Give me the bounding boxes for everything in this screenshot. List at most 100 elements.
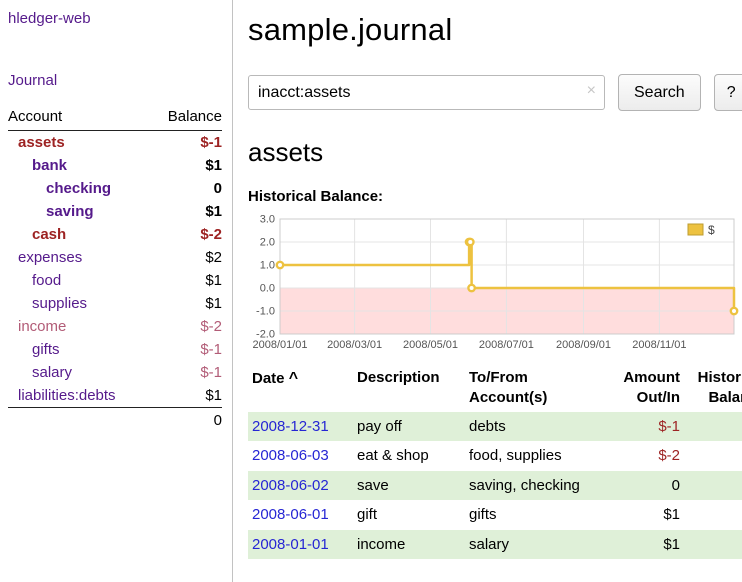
account-link-checking[interactable]: checking bbox=[46, 180, 111, 197]
chart-title: Historical Balance: bbox=[248, 188, 736, 205]
svg-text:$: $ bbox=[708, 223, 715, 237]
register-date-link[interactable]: 2008-01-01 bbox=[252, 536, 329, 553]
register-balance: $-1 bbox=[684, 412, 742, 442]
help-button[interactable]: ? bbox=[714, 74, 742, 111]
search-input[interactable] bbox=[248, 75, 605, 110]
svg-text:-1.0: -1.0 bbox=[256, 306, 275, 318]
register-header-accounts: To/From Account(s) bbox=[465, 365, 591, 412]
register-header-row: Date ^ Description To/From Account(s) Am… bbox=[248, 365, 742, 412]
search-field-wrap: × bbox=[248, 75, 605, 110]
register-balance: $1 bbox=[684, 530, 742, 560]
svg-text:1.0: 1.0 bbox=[260, 260, 275, 272]
accounts-header-row: Account Balance bbox=[8, 106, 222, 131]
register-row: 2008-06-03eat & shopfood, supplies$-20 bbox=[248, 441, 742, 471]
account-link-cash[interactable]: cash bbox=[32, 226, 66, 243]
register-description: pay off bbox=[353, 412, 465, 442]
account-row: cash $-2 bbox=[8, 223, 222, 246]
account-balance: $-1 bbox=[150, 361, 222, 384]
register-balance: $2 bbox=[684, 471, 742, 501]
svg-text:2008/01/01: 2008/01/01 bbox=[252, 339, 307, 351]
nav-journal-link[interactable]: Journal bbox=[8, 72, 57, 89]
register-description: eat & shop bbox=[353, 441, 465, 471]
account-balance: $2 bbox=[150, 246, 222, 269]
svg-text:2008/11/01: 2008/11/01 bbox=[632, 339, 686, 351]
register-amount: 0 bbox=[591, 471, 684, 501]
register-header-description: Description bbox=[353, 365, 465, 412]
register-description: income bbox=[353, 530, 465, 560]
register-header-date-label: Date bbox=[252, 370, 285, 387]
accounts-total-row: 0 bbox=[8, 408, 222, 434]
account-balance: $-2 bbox=[150, 315, 222, 338]
register-row: 2008-06-02 savesaving, checking0$2 bbox=[248, 471, 742, 501]
account-balance: $1 bbox=[150, 384, 222, 408]
account-balance: $-2 bbox=[150, 223, 222, 246]
account-row: assets $-1 bbox=[8, 131, 222, 155]
register-header-date[interactable]: Date ^ bbox=[248, 365, 353, 412]
svg-text:2008/07/01: 2008/07/01 bbox=[479, 339, 534, 351]
register-accounts: debts bbox=[465, 412, 591, 442]
account-row: supplies $1 bbox=[8, 292, 222, 315]
search-bar: × Search ? bbox=[248, 74, 736, 111]
svg-text:2008/09/01: 2008/09/01 bbox=[556, 339, 611, 351]
account-link-saving[interactable]: saving bbox=[46, 203, 94, 220]
account-row: saving $1 bbox=[8, 200, 222, 223]
search-button[interactable]: Search bbox=[618, 74, 701, 111]
account-row: gifts $-1 bbox=[8, 338, 222, 361]
account-heading: assets bbox=[248, 137, 736, 168]
account-link-food[interactable]: food bbox=[32, 272, 61, 289]
svg-text:3.0: 3.0 bbox=[260, 214, 275, 226]
register-description: gift bbox=[353, 500, 465, 530]
account-row: liabilities:debts $1 bbox=[8, 384, 222, 408]
account-balance: $-1 bbox=[150, 338, 222, 361]
account-row: bank$1 bbox=[8, 154, 222, 177]
accounts-header-account: Account bbox=[8, 106, 150, 131]
accounts-header-balance: Balance bbox=[150, 106, 222, 131]
register-header-balance: Historical Balance bbox=[684, 365, 742, 412]
account-balance: $1 bbox=[150, 292, 222, 315]
register-balance: $2 bbox=[684, 500, 742, 530]
account-link-income[interactable]: income bbox=[18, 318, 66, 335]
register-date-link[interactable]: 2008-06-02 bbox=[252, 477, 329, 494]
register-accounts: gifts bbox=[465, 500, 591, 530]
main-content: sample.journal × Search ? assets Histori… bbox=[234, 0, 742, 559]
account-row: expenses $2 bbox=[8, 246, 222, 269]
account-link-assets[interactable]: assets bbox=[18, 134, 65, 151]
register-accounts: salary bbox=[465, 530, 591, 560]
register-amount: $1 bbox=[591, 500, 684, 530]
register-date-link[interactable]: 2008-06-01 bbox=[252, 506, 329, 523]
account-link-supplies[interactable]: supplies bbox=[32, 295, 87, 312]
account-link-liabilities:debts[interactable]: liabilities:debts bbox=[18, 387, 116, 404]
account-balance: $1 bbox=[150, 200, 222, 223]
account-link-salary[interactable]: salary bbox=[32, 364, 72, 381]
clear-search-icon[interactable]: × bbox=[587, 83, 596, 99]
register-row: 2008-01-01incomesalary$1$1 bbox=[248, 530, 742, 560]
register-row: 2008-06-01 giftgifts$1$2 bbox=[248, 500, 742, 530]
register-accounts: saving, checking bbox=[465, 471, 591, 501]
account-balance: $1 bbox=[150, 269, 222, 292]
sort-asc-icon: ^ bbox=[289, 370, 298, 387]
register-accounts: food, supplies bbox=[465, 441, 591, 471]
account-row: salary $-1 bbox=[8, 361, 222, 384]
sidebar: hledger-web Journal Account Balance asse… bbox=[0, 0, 233, 582]
account-balance: 0 bbox=[150, 177, 222, 200]
app-title-link[interactable]: hledger-web bbox=[8, 10, 91, 27]
register-table: Date ^ Description To/From Account(s) Am… bbox=[248, 365, 742, 559]
accounts-total-value: 0 bbox=[150, 408, 222, 434]
historical-balance-chart: 3.02.01.00.0-1.0-2.02008/01/012008/03/01… bbox=[248, 213, 737, 353]
svg-text:2.0: 2.0 bbox=[260, 237, 275, 249]
account-link-bank[interactable]: bank bbox=[32, 157, 67, 174]
register-date-link[interactable]: 2008-12-31 bbox=[252, 418, 329, 435]
account-link-gifts[interactable]: gifts bbox=[32, 341, 60, 358]
account-row: checking 0 bbox=[8, 177, 222, 200]
app-window: hledger-web Journal Account Balance asse… bbox=[0, 0, 742, 582]
accounts-table: Account Balance assets$-1bank$1checking0… bbox=[8, 106, 222, 433]
register-date-link[interactable]: 2008-06-03 bbox=[252, 447, 329, 464]
svg-text:0.0: 0.0 bbox=[260, 283, 275, 295]
register-amount: $1 bbox=[591, 530, 684, 560]
accounts-total-spacer bbox=[8, 408, 150, 434]
account-balance: $-1 bbox=[150, 131, 222, 155]
account-link-expenses[interactable]: expenses bbox=[18, 249, 82, 266]
register-description: save bbox=[353, 471, 465, 501]
register-amount: $-2 bbox=[591, 441, 684, 471]
account-row: income $-2 bbox=[8, 315, 222, 338]
